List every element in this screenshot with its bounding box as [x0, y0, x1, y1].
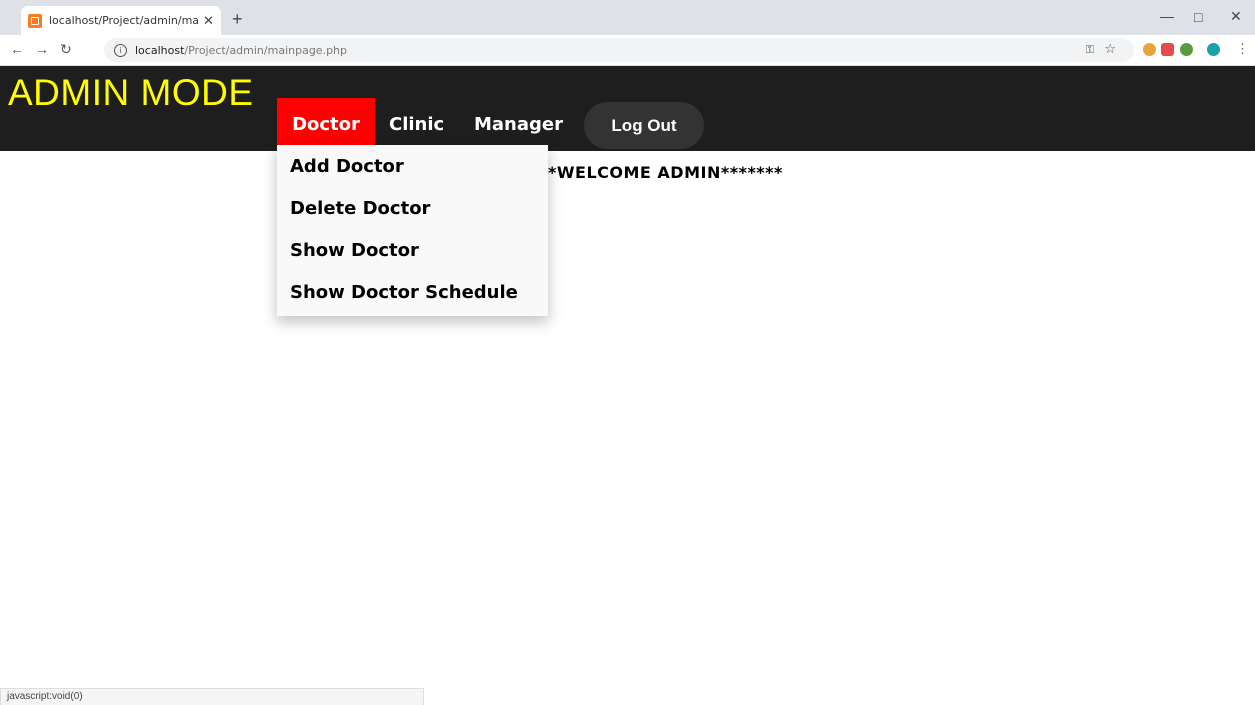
new-tab-button[interactable]: +: [232, 9, 243, 30]
url-path: /Project/admin/mainpage.php: [184, 43, 348, 57]
logout-button[interactable]: Log Out: [584, 102, 704, 149]
nav-manager[interactable]: Manager: [474, 98, 563, 151]
xampp-favicon-icon: [28, 13, 42, 28]
close-window-icon[interactable]: ✕: [1230, 8, 1242, 25]
extension-cookie-icon[interactable]: [1143, 43, 1156, 56]
menu-icon[interactable]: ⋮: [1236, 41, 1249, 57]
browser-tab-strip: localhost/Project/admin/mainpa ✕ + — □ ✕: [0, 0, 1255, 35]
doctor-dropdown-menu: Add Doctor Delete Doctor Show Doctor Sho…: [277, 145, 548, 316]
tab-title: localhost/Project/admin/mainpa: [49, 14, 199, 27]
menu-item-add-doctor[interactable]: Add Doctor: [277, 145, 548, 187]
browser-toolbar: ← → ↻ i localhost/Project/admin/mainpage…: [0, 35, 1255, 66]
extension-globe-icon[interactable]: [1180, 43, 1193, 56]
extension-pocket-icon[interactable]: [1161, 43, 1174, 56]
star-icon[interactable]: ☆: [1104, 42, 1116, 57]
forward-icon[interactable]: →: [35, 41, 49, 57]
brand-title: ADMIN MODE: [8, 72, 254, 113]
reload-icon[interactable]: ↻: [60, 41, 72, 58]
nav-doctor[interactable]: Doctor: [277, 98, 375, 151]
page-header: ADMIN MODE Doctor Clinic Manager Log Out: [0, 66, 1255, 151]
browser-tab[interactable]: localhost/Project/admin/mainpa ✕: [21, 6, 221, 35]
status-bar: javascript:void(0): [0, 688, 424, 705]
address-bar[interactable]: i localhost/Project/admin/mainpage.php ⚿…: [104, 38, 1134, 62]
info-icon[interactable]: i: [114, 43, 127, 57]
maximize-icon[interactable]: □: [1194, 9, 1202, 25]
back-icon[interactable]: ←: [10, 41, 24, 57]
minimize-icon[interactable]: —: [1160, 8, 1174, 24]
tab-close-icon[interactable]: ✕: [203, 13, 214, 29]
profile-avatar[interactable]: [1207, 43, 1220, 56]
nav-clinic[interactable]: Clinic: [389, 98, 444, 151]
welcome-message: *WELCOME ADMIN*******: [548, 163, 783, 182]
key-icon[interactable]: ⚿: [1086, 43, 1094, 57]
url-host: localhost: [135, 43, 185, 57]
menu-item-delete-doctor[interactable]: Delete Doctor: [277, 187, 548, 229]
menu-item-show-doctor-schedule[interactable]: Show Doctor Schedule: [277, 271, 548, 313]
menu-item-show-doctor[interactable]: Show Doctor: [277, 229, 548, 271]
